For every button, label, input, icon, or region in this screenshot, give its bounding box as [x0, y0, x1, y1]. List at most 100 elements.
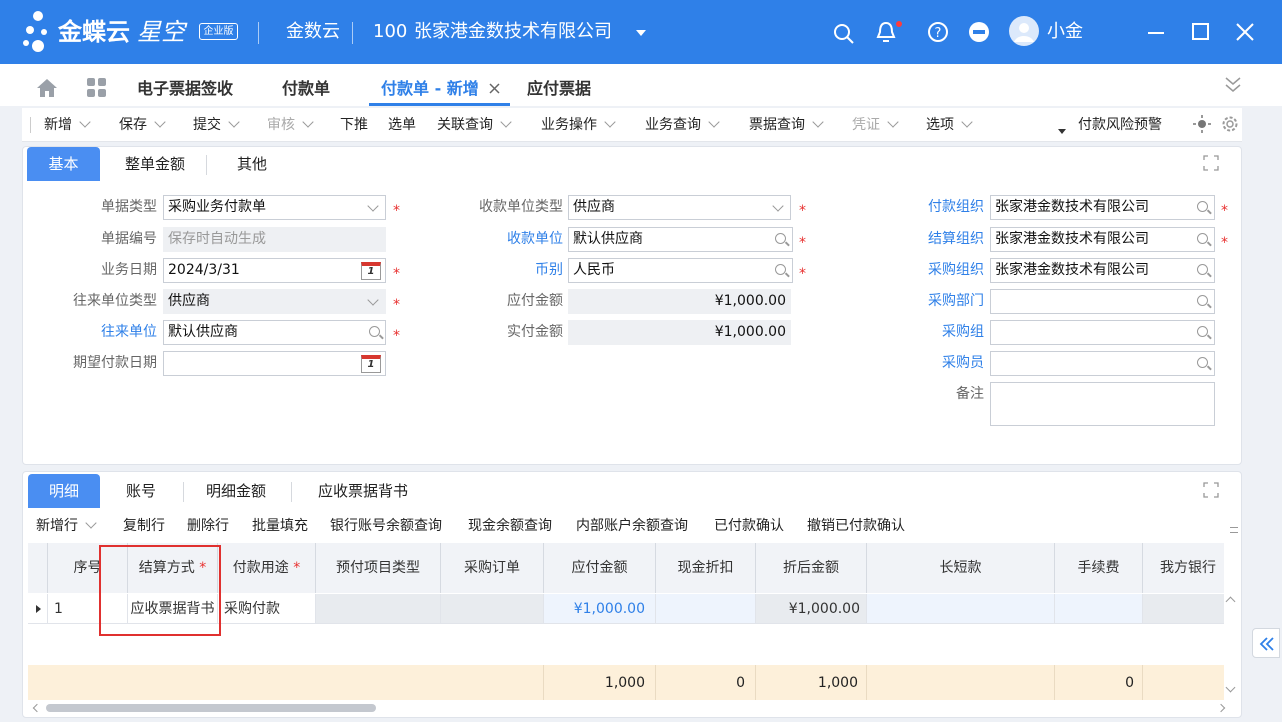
add-row-button[interactable]: 新增行 — [36, 516, 97, 536]
expected-pay-date-field[interactable]: 1 — [163, 351, 386, 376]
col-header-prepay-type[interactable]: 预付项目类型 — [316, 543, 441, 593]
push-down-button[interactable]: 下推 — [340, 116, 368, 134]
currency-field[interactable]: 人民币 — [568, 258, 793, 283]
purchaser-field[interactable] — [990, 351, 1215, 376]
search-icon[interactable] — [1197, 264, 1208, 275]
search-icon[interactable] — [775, 264, 786, 275]
org-code[interactable]: 100 — [373, 20, 407, 44]
tab-other[interactable]: 其他 — [221, 147, 283, 181]
payee-field[interactable]: 默认供应商 — [568, 227, 793, 252]
tab-e-bill-receipt[interactable]: 电子票据签收 — [137, 78, 233, 100]
tab-total-amount[interactable]: 整单金额 — [115, 147, 195, 181]
purchaser-label[interactable]: 采购员 — [880, 353, 984, 373]
toolbar-more-icon[interactable] — [1230, 527, 1238, 533]
side-panel-toggle[interactable] — [1252, 628, 1280, 658]
scroll-down-icon[interactable] — [1225, 682, 1236, 693]
bank-balance-query-button[interactable]: 银行账号余额查询 — [330, 516, 442, 536]
search-icon[interactable] — [1197, 233, 1208, 244]
pay-org-field[interactable]: 张家港金数技术有限公司 — [990, 195, 1215, 220]
scroll-up-icon[interactable] — [1225, 596, 1236, 607]
cash-balance-query-button[interactable]: 现金余额查询 — [468, 516, 552, 536]
purchase-group-field[interactable] — [990, 320, 1215, 345]
collapse-tabs-icon[interactable] — [1224, 76, 1242, 94]
tab-basic[interactable]: 基本 — [27, 147, 100, 181]
col-header-our-bank[interactable]: 我方银行 — [1143, 543, 1224, 593]
delete-row-button[interactable]: 删除行 — [187, 516, 229, 536]
payee-label[interactable]: 收款单位 — [430, 229, 563, 249]
save-button[interactable]: 保存 — [119, 116, 166, 134]
cell-fee[interactable] — [1055, 594, 1143, 624]
options-button[interactable]: 选项 — [926, 116, 973, 134]
light-bulb-icon[interactable] — [1193, 115, 1211, 133]
cell-over-short[interactable] — [867, 594, 1055, 624]
payee-type-select[interactable]: 供应商 — [568, 195, 791, 220]
minus-circle-icon[interactable] — [968, 21, 990, 43]
purchase-dept-field[interactable] — [990, 289, 1215, 314]
col-header-cash-discount[interactable]: 现金折扣 — [656, 543, 756, 593]
tab-detail-amount[interactable]: 明细金额 — [196, 474, 276, 508]
risk-dropdown-icon[interactable] — [1058, 129, 1066, 134]
scroll-left-icon[interactable] — [32, 703, 42, 713]
currency-label[interactable]: 币别 — [430, 260, 563, 280]
contact-field[interactable]: 默认供应商 — [163, 320, 386, 345]
calendar-icon[interactable]: 1 — [361, 355, 381, 373]
cell-purpose[interactable]: 采购付款 — [218, 594, 316, 624]
apps-grid-icon[interactable] — [86, 77, 108, 99]
tab-payment-bill[interactable]: 付款单 — [282, 78, 330, 100]
home-icon[interactable] — [36, 78, 58, 98]
settle-org-field[interactable]: 张家港金数技术有限公司 — [990, 227, 1215, 252]
calendar-icon[interactable]: 1 — [361, 262, 381, 280]
org-name[interactable]: 张家港金数技术有限公司 — [414, 20, 612, 44]
payment-risk-warning-button[interactable]: 付款风险预警 — [1078, 116, 1162, 134]
row-indicator[interactable] — [28, 594, 48, 624]
tab-payment-bill-new[interactable]: 付款单 - 新增 — [381, 78, 479, 100]
bill-query-button[interactable]: 票据查询 — [749, 116, 824, 134]
business-date-field[interactable]: 2024/3/31 1 — [163, 258, 386, 283]
new-button[interactable]: 新增 — [44, 116, 91, 134]
tab-notes-payable[interactable]: 应付票据 — [527, 78, 591, 100]
scroll-thumb[interactable] — [46, 704, 376, 712]
search-icon[interactable] — [1197, 295, 1208, 306]
business-operation-button[interactable]: 业务操作 — [541, 116, 616, 134]
search-icon[interactable] — [1197, 201, 1208, 212]
business-query-button[interactable]: 业务查询 — [645, 116, 720, 134]
grid-vertical-scrollbar[interactable] — [1225, 596, 1236, 706]
expand-icon[interactable] — [1203, 155, 1219, 171]
cell-cash-discount[interactable] — [656, 594, 756, 624]
tab-detail[interactable]: 明细 — [28, 474, 100, 508]
scroll-right-icon[interactable] — [1216, 703, 1226, 713]
submit-button[interactable]: 提交 — [193, 116, 240, 134]
help-icon[interactable]: ? — [927, 21, 949, 43]
voucher-button[interactable]: 凭证 — [852, 116, 899, 134]
internal-balance-query-button[interactable]: 内部账户余额查询 — [576, 516, 688, 536]
bill-type-select[interactable]: 采购业务付款单 — [163, 195, 386, 220]
pay-org-label[interactable]: 付款组织 — [880, 197, 984, 217]
cell-payable[interactable]: ¥1,000.00 — [544, 594, 656, 624]
tab-account[interactable]: 账号 — [115, 474, 167, 508]
settings-gear-icon[interactable] — [1221, 115, 1239, 133]
select-bill-button[interactable]: 选单 — [388, 116, 416, 134]
paid-confirm-button[interactable]: 已付款确认 — [714, 516, 784, 536]
col-header-after-discount[interactable]: 折后金额 — [756, 543, 867, 593]
col-header-fee[interactable]: 手续费 — [1055, 543, 1143, 593]
org-dropdown-icon[interactable] — [636, 30, 646, 36]
bell-icon[interactable] — [876, 20, 902, 44]
maximize-icon[interactable] — [1192, 23, 1209, 40]
copy-row-button[interactable]: 复制行 — [123, 516, 165, 536]
purchase-dept-label[interactable]: 采购部门 — [880, 291, 984, 311]
contact-type-select[interactable]: 供应商 — [163, 289, 386, 314]
settle-org-label[interactable]: 结算组织 — [880, 229, 984, 249]
contact-label[interactable]: 往来单位 — [40, 322, 157, 342]
purchase-org-field[interactable]: 张家港金数技术有限公司 — [990, 258, 1215, 283]
col-header-purchase-order[interactable]: 采购订单 — [441, 543, 544, 593]
purchase-group-label[interactable]: 采购组 — [880, 322, 984, 342]
col-header-over-short[interactable]: 长短款 — [867, 543, 1055, 593]
search-icon[interactable] — [775, 233, 786, 244]
batch-fill-button[interactable]: 批量填充 — [252, 516, 308, 536]
user-name[interactable]: 小金 — [1047, 20, 1083, 44]
undo-paid-confirm-button[interactable]: 撤销已付款确认 — [807, 516, 905, 536]
search-icon[interactable] — [833, 23, 855, 45]
cloud-name[interactable]: 金数云 — [286, 20, 340, 44]
close-icon[interactable] — [1236, 23, 1254, 41]
minimize-icon[interactable] — [1148, 32, 1164, 34]
